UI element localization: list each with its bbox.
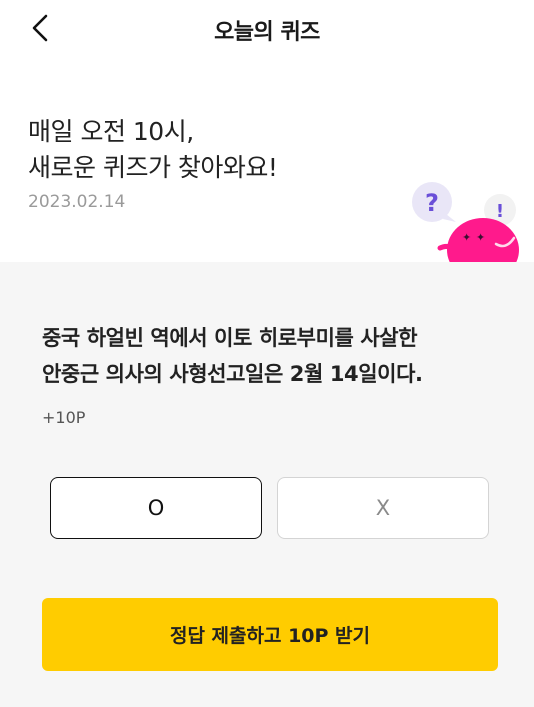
- submit-label: 정답 제출하고 10P 받기: [169, 625, 371, 647]
- quiz-question: 중국 하얼빈 역에서 이토 히로부미를 사살한 안중근 의사의 사형선고일은 2…: [42, 320, 512, 392]
- question-line-2: 안중근 의사의 사형선고일은 2월 14일이다.: [42, 362, 423, 386]
- answer-x-button[interactable]: X: [277, 477, 489, 539]
- quiz-panel: 중국 하얼빈 역에서 이토 히로부미를 사살한 안중근 의사의 사형선고일은 2…: [0, 262, 534, 707]
- quiz-mascot-icon: ? ! ✦ ✦: [412, 182, 519, 262]
- svg-text:✦: ✦: [476, 231, 485, 244]
- svg-text:✦: ✦: [462, 231, 471, 244]
- quiz-date: 2023.02.14: [28, 192, 126, 212]
- exclamation-mark: !: [496, 201, 504, 222]
- top-bar: 오늘의 퀴즈: [0, 0, 534, 58]
- points-reward: +10P: [42, 408, 86, 427]
- question-mark: ?: [425, 189, 439, 217]
- answer-o-label: O: [147, 496, 165, 520]
- intro-line-2: 새로운 퀴즈가 찾아와요!: [28, 153, 278, 182]
- answer-o-button[interactable]: O: [50, 477, 262, 539]
- intro-text: 매일 오전 10시, 새로운 퀴즈가 찾아와요!: [28, 114, 278, 186]
- page-title: 오늘의 퀴즈: [214, 20, 320, 45]
- intro-line-1: 매일 오전 10시,: [28, 117, 194, 146]
- submit-answer-button[interactable]: 정답 제출하고 10P 받기: [42, 598, 498, 671]
- answer-x-label: X: [375, 496, 391, 520]
- question-line-1: 중국 하얼빈 역에서 이토 히로부미를 사살한: [42, 326, 418, 350]
